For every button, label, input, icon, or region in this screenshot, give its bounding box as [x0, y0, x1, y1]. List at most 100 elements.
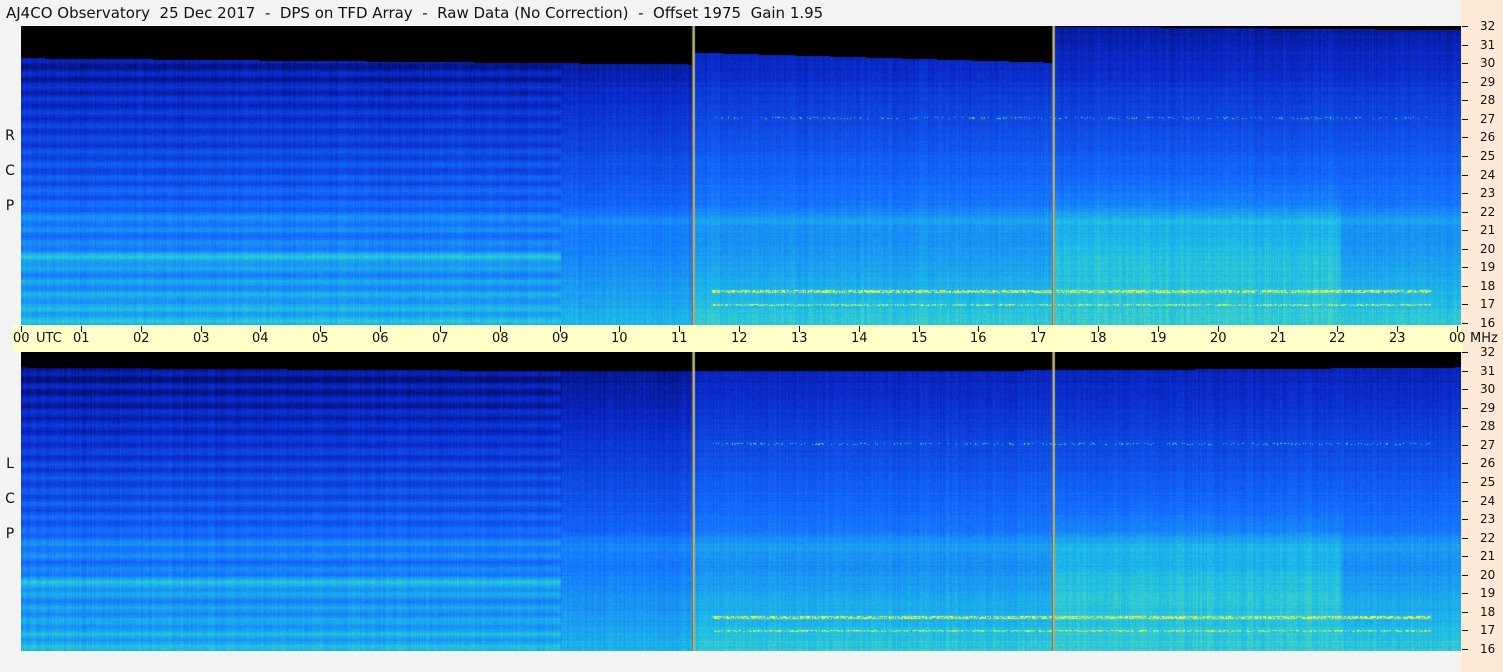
mhz-tick-label: 21	[1480, 549, 1496, 563]
mhz-tick-mark	[1462, 463, 1468, 464]
mhz-tick-label: 21	[1480, 223, 1496, 237]
mhz-tick-mark	[1462, 630, 1468, 631]
utc-tick-label: 21	[1270, 331, 1287, 346]
utc-tick-label: 01	[73, 331, 90, 346]
mhz-tick-mark	[1462, 212, 1468, 213]
mhz-tick-label: 32	[1480, 19, 1496, 33]
mhz-tick-mark	[1462, 249, 1468, 250]
mhz-tick-label: 24	[1480, 494, 1496, 508]
mhz-tick-mark	[1462, 538, 1468, 539]
utc-tick-label: 16	[970, 331, 987, 346]
mhz-tick-mark	[1462, 156, 1468, 157]
mhz-tick-mark	[1462, 323, 1468, 324]
mhz-tick-mark	[1462, 556, 1468, 557]
utc-tick-label: 00	[1449, 331, 1466, 346]
rcp-spectrogram	[21, 26, 1461, 325]
mhz-tick-label: 28	[1480, 419, 1496, 433]
utc-unit-label: UTC	[36, 331, 62, 346]
mhz-tick-label: 30	[1480, 382, 1496, 396]
utc-tick-label: 17	[1030, 331, 1047, 346]
mhz-tick-mark	[1462, 612, 1468, 613]
mhz-tick-label: 23	[1480, 512, 1496, 526]
mhz-tick-label: 32	[1480, 345, 1496, 359]
utc-tick-label: 15	[911, 331, 928, 346]
mhz-tick-label: 25	[1480, 149, 1496, 163]
polarization-letter: P	[5, 198, 15, 214]
mhz-tick-label: 19	[1480, 586, 1496, 600]
mhz-tick-label: 17	[1480, 297, 1496, 311]
mhz-tick-label: 29	[1480, 75, 1496, 89]
mhz-tick-label: 26	[1480, 456, 1496, 470]
chart-title: AJ4CO Observatory 25 Dec 2017 - DPS on T…	[6, 4, 824, 22]
utc-tick-label: 11	[671, 331, 688, 346]
mhz-tick-mark	[1462, 82, 1468, 83]
polarization-letter: R	[5, 128, 15, 144]
mhz-unit-label: MHz	[1470, 331, 1498, 346]
mhz-tick-label: 31	[1480, 38, 1496, 52]
mhz-tick-label: 20	[1480, 242, 1496, 256]
mhz-tick-mark	[1462, 137, 1468, 138]
mhz-tick-mark	[1462, 519, 1468, 520]
utc-tick-label: 14	[851, 331, 868, 346]
mhz-tick-mark	[1462, 408, 1468, 409]
utc-tick-label: 05	[312, 331, 329, 346]
mhz-tick-label: 27	[1480, 438, 1496, 452]
utc-tick-label: 23	[1389, 331, 1406, 346]
utc-tick-label: 18	[1090, 331, 1107, 346]
utc-tick-label: 20	[1210, 331, 1227, 346]
mhz-tick-mark	[1462, 45, 1468, 46]
mhz-tick-label: 28	[1480, 93, 1496, 107]
mhz-tick-mark	[1462, 501, 1468, 502]
mhz-tick-mark	[1462, 267, 1468, 268]
spectrogram-figure: { "title": "AJ4CO Observatory 25 Dec 201…	[0, 0, 1503, 672]
utc-tick-label: 07	[432, 331, 449, 346]
utc-tick-label: 08	[492, 331, 509, 346]
utc-tick-label: 03	[193, 331, 210, 346]
polarization-letter: C	[5, 163, 15, 179]
utc-tick-label: 12	[731, 331, 748, 346]
mhz-tick-label: 18	[1480, 605, 1496, 619]
mhz-tick-label: 19	[1480, 260, 1496, 274]
polarization-letter: C	[5, 491, 15, 507]
utc-tick-label: 06	[372, 331, 389, 346]
polarization-letter: L	[6, 456, 14, 472]
utc-tick-label: 19	[1150, 331, 1167, 346]
mhz-tick-label: 23	[1480, 186, 1496, 200]
mhz-tick-mark	[1462, 371, 1468, 372]
mhz-tick-label: 16	[1480, 642, 1496, 656]
mhz-tick-label: 20	[1480, 568, 1496, 582]
mhz-tick-mark	[1462, 100, 1468, 101]
mhz-tick-mark	[1462, 230, 1468, 231]
polarization-letter: P	[5, 526, 15, 542]
mhz-tick-mark	[1462, 575, 1468, 576]
mhz-tick-label: 30	[1480, 56, 1496, 70]
mhz-tick-mark	[1462, 649, 1468, 650]
utc-tick-label: 09	[552, 331, 569, 346]
mhz-tick-mark	[1462, 426, 1468, 427]
mhz-tick-label: 26	[1480, 130, 1496, 144]
mhz-tick-mark	[1462, 193, 1468, 194]
lcp-spectrogram-panel	[21, 352, 1461, 651]
rcp-spectrogram-panel	[21, 26, 1461, 325]
mhz-tick-mark	[1462, 445, 1468, 446]
mhz-tick-label: 16	[1480, 316, 1496, 330]
mhz-tick-label: 27	[1480, 112, 1496, 126]
utc-tick-label: 02	[133, 331, 150, 346]
mhz-tick-mark	[1462, 26, 1468, 27]
utc-tick-label: 00	[13, 331, 30, 346]
utc-tick-label: 13	[791, 331, 808, 346]
mhz-tick-label: 17	[1480, 623, 1496, 637]
mhz-tick-mark	[1462, 119, 1468, 120]
mhz-tick-mark	[1462, 593, 1468, 594]
mhz-tick-mark	[1462, 63, 1468, 64]
mhz-tick-mark	[1462, 482, 1468, 483]
mhz-tick-label: 29	[1480, 401, 1496, 415]
utc-tick-label: 22	[1329, 331, 1346, 346]
lcp-spectrogram	[21, 352, 1461, 651]
mhz-tick-mark	[1462, 286, 1468, 287]
mhz-tick-label: 24	[1480, 168, 1496, 182]
utc-tick-label: 04	[252, 331, 269, 346]
mhz-tick-label: 22	[1480, 205, 1496, 219]
mhz-tick-label: 22	[1480, 531, 1496, 545]
mhz-tick-label: 31	[1480, 364, 1496, 378]
